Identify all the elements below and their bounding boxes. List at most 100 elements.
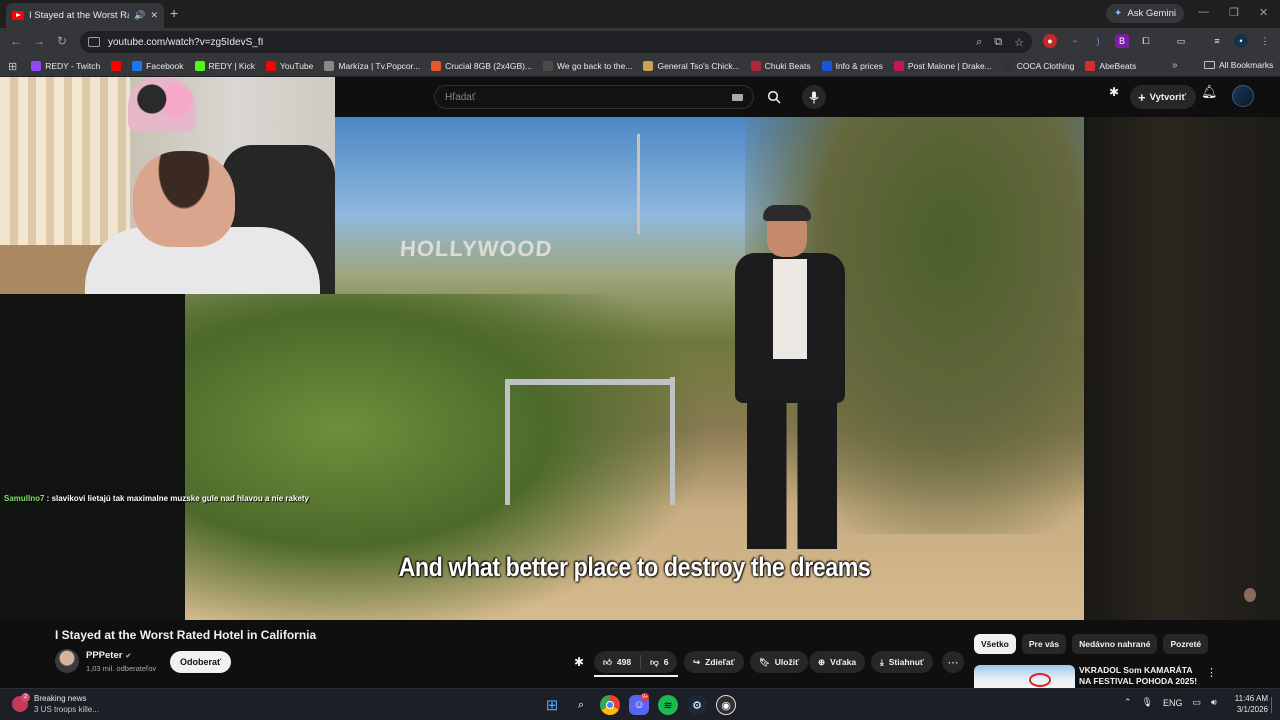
bookmark-item[interactable]: Facebook <box>132 61 184 71</box>
extensions-puzzle-icon[interactable]: ⧠ <box>1139 34 1153 48</box>
folder-icon <box>1204 61 1215 69</box>
ask-gemini-button[interactable]: ✦ Ask Gemini <box>1106 4 1184 23</box>
all-bookmarks-button[interactable]: All Bookmarks <box>1204 60 1273 70</box>
youtube-favicon-icon <box>12 11 24 20</box>
bookmark-star-icon[interactable]: ☆ <box>1014 36 1024 49</box>
chip-all[interactable]: Všetko <box>974 634 1016 654</box>
url-text[interactable]: youtube.com/watch?v=zg5IdevS_fI <box>108 37 964 48</box>
recommendation-thumbnail[interactable] <box>974 665 1075 688</box>
address-bar[interactable]: youtube.com/watch?v=zg5IdevS_fI ⌕ ⧉ ☆ <box>80 31 1032 53</box>
clock[interactable]: 11:46 AM 3/1/2026 <box>1228 693 1268 715</box>
chrome-icon[interactable] <box>600 695 620 715</box>
search-box[interactable] <box>434 85 754 109</box>
bookmark-item[interactable]: Post Malone | Drake... <box>893 61 992 71</box>
download-button[interactable]: ⤓ Stiahnuť <box>871 651 934 673</box>
discord-icon[interactable]: ☺ 9+ <box>629 693 649 715</box>
bookmark-item[interactable]: Markíza | Tv.Popcor... <box>324 61 420 71</box>
system-tray: ⌃ 🎙︎ ENG ▭ 🔊︎ <box>1124 697 1217 708</box>
recommendation-menu-icon[interactable]: ⋮ <box>1206 666 1217 679</box>
taskbar-search-icon[interactable]: ⌕ <box>571 695 591 715</box>
bookmark-item[interactable]: We go back to the... <box>543 61 632 71</box>
share-button[interactable]: ↪ Zdieľať <box>684 651 744 673</box>
ai-sparkle-icon[interactable]: ✱ <box>1109 85 1119 99</box>
tray-overflow-icon[interactable]: ⌃ <box>1124 697 1132 708</box>
close-tab-icon[interactable]: ✕ <box>150 10 158 21</box>
bookmark-item[interactable]: Chuki Beats <box>750 61 811 71</box>
channel-avatar[interactable] <box>55 649 79 673</box>
reading-list-icon[interactable]: ≡ <box>1210 34 1224 48</box>
browser-tab-active[interactable]: I Stayed at the Worst Rated 🔊 ✕ <box>6 3 164 28</box>
account-avatar[interactable] <box>1232 85 1254 107</box>
youtube-header: ✱ + Vytvoriť 🔔︎ <box>335 77 1280 117</box>
bookmark-item[interactable]: YouTube <box>265 61 313 71</box>
chip-watched[interactable]: Pozreté <box>1163 634 1209 654</box>
extension-purple-icon[interactable]: B <box>1115 34 1129 48</box>
chrome-menu-icon[interactable]: ⋮ <box>1258 34 1272 48</box>
more-bookmarks-icon[interactable]: » <box>1172 60 1178 71</box>
zoom-icon[interactable]: ⌕ <box>976 36 982 49</box>
windows-start-icon[interactable]: ⊞ <box>542 695 562 715</box>
language-indicator[interactable]: ENG <box>1163 698 1183 708</box>
create-button[interactable]: + Vytvoriť <box>1130 85 1196 109</box>
bookmark-item[interactable]: REDY - Twitch <box>31 61 100 71</box>
ask-ai-sparkle-icon[interactable]: ✱ <box>574 655 584 669</box>
reload-icon[interactable]: ↻ <box>57 34 67 48</box>
apps-grid-icon[interactable]: ⊞ <box>8 60 17 73</box>
voice-search-button[interactable] <box>802 85 826 109</box>
bookmark-favicon-icon <box>132 61 143 71</box>
news-widget[interactable]: 2 Breaking news 3 US troops kille... <box>12 693 99 715</box>
chip-for-you[interactable]: Pre vás <box>1021 634 1067 654</box>
ask-gemini-label: Ask Gemini <box>1127 8 1176 19</box>
bookmark-favicon-icon <box>111 61 122 71</box>
share-label: Zdieľať <box>705 657 735 667</box>
gemini-sparkle-icon: ✦ <box>1114 8 1123 19</box>
bookmark-item[interactable] <box>111 61 122 71</box>
bookmark-item[interactable]: REDY | Kick <box>194 61 255 71</box>
bookmark-item[interactable]: General Tso's Chick... <box>643 61 740 71</box>
spotify-icon[interactable]: ≋ <box>658 695 678 715</box>
save-button[interactable]: 🔖︎ Uložiť <box>750 651 809 673</box>
bookmark-item[interactable]: Crucial 8GB (2x4GB)... <box>431 61 532 71</box>
steam-icon[interactable]: ⚙ <box>687 695 707 715</box>
volume-icon[interactable]: 🔊︎ <box>1211 697 1217 708</box>
browser-toolbar: ← → ↻ youtube.com/watch?v=zg5IdevS_fI ⌕ … <box>0 28 1280 56</box>
install-app-icon[interactable]: ⧉ <box>994 36 1002 49</box>
bookmark-label: Chuki Beats <box>764 61 811 71</box>
search-button[interactable] <box>755 85 793 109</box>
download-icon: ⤓ <box>880 656 884 667</box>
extension-red-icon[interactable]: ● <box>1043 34 1057 48</box>
bookmark-item[interactable]: AbeBeats <box>1085 61 1136 71</box>
tray-mic-icon[interactable]: 🎙︎ <box>1142 697 1153 708</box>
side-panel-icon[interactable]: ▭ <box>1174 34 1188 48</box>
minimize-icon[interactable]: — <box>1198 6 1209 18</box>
new-tab-button[interactable]: + <box>170 5 178 21</box>
channel-name-text[interactable]: PPPeter <box>86 650 122 661</box>
subscribe-button[interactable]: Odoberať <box>170 651 232 673</box>
chip-recently-uploaded[interactable]: Nedávno nahrané <box>1072 634 1158 654</box>
obs-icon[interactable]: ◉ <box>716 695 736 715</box>
extension-grey-icon[interactable]: ⌁ <box>1068 34 1082 48</box>
bookmark-label: REDY | Kick <box>208 61 255 71</box>
notifications-bell-icon[interactable]: 🔔︎ <box>1201 84 1218 100</box>
thanks-button[interactable]: ⊕ Vďaka <box>809 651 866 673</box>
restore-icon[interactable]: ❐ <box>1229 6 1239 19</box>
forward-icon[interactable]: → <box>33 34 45 48</box>
profile-avatar[interactable]: • <box>1234 34 1248 48</box>
display-icon[interactable]: ▭ <box>1193 697 1202 708</box>
more-actions-button[interactable]: ⋯ <box>942 651 964 673</box>
close-window-icon[interactable]: ✕ <box>1259 6 1268 19</box>
search-input[interactable] <box>445 91 732 103</box>
keyboard-icon[interactable] <box>732 93 743 101</box>
bookmark-item[interactable]: COCA Clothing <box>1002 61 1074 71</box>
like-button[interactable]: 👍︎ 498 <box>594 651 640 673</box>
back-icon[interactable]: ← <box>10 34 22 48</box>
extension-audio-icon[interactable]: ) <box>1091 34 1105 48</box>
show-desktop[interactable] <box>1271 697 1272 713</box>
recommendation-title[interactable]: VKRADOL Som KAMARÁTA NA FESTIVAL POHODA … <box>1079 665 1201 687</box>
channel-name[interactable]: PPPeter ✔ <box>86 650 131 661</box>
dislike-button[interactable]: 👎︎ 6 <box>641 651 677 673</box>
site-info-icon[interactable] <box>88 37 100 47</box>
bookmark-label: General Tso's Chick... <box>657 61 740 71</box>
speaker-icon[interactable]: 🔊 <box>134 10 145 21</box>
bookmark-item[interactable]: Info & prices <box>821 61 883 71</box>
